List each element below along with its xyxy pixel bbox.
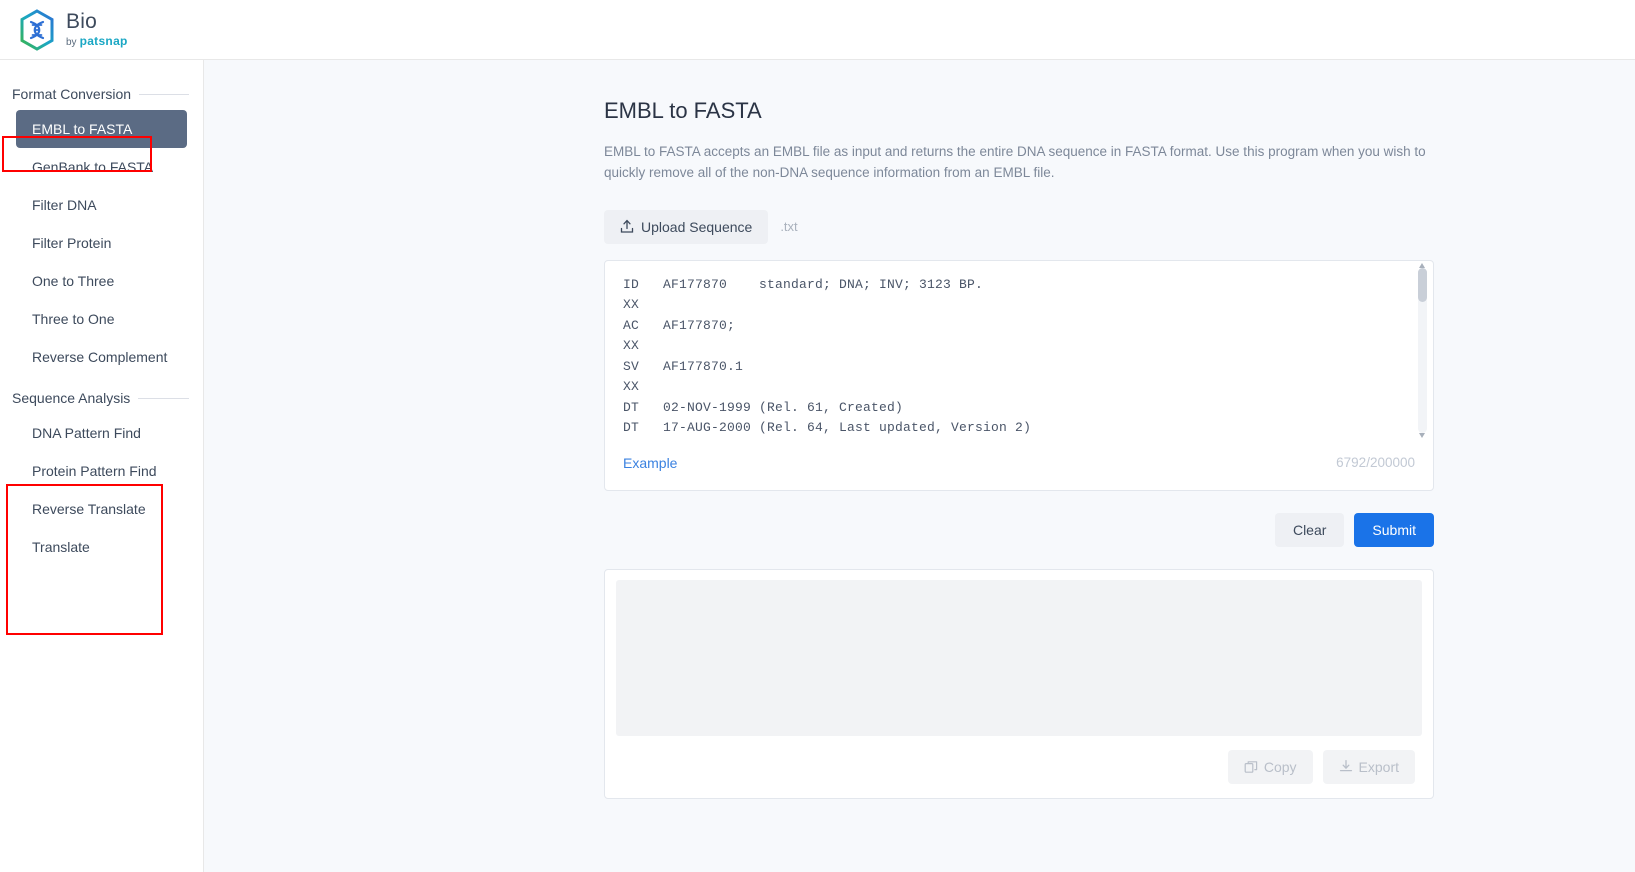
upload-button-label: Upload Sequence	[641, 218, 753, 235]
sidebar-item-filter-protein[interactable]: Filter Protein	[16, 224, 187, 262]
action-button-row: Clear Submit	[604, 512, 1434, 547]
export-button[interactable]: Export	[1322, 749, 1415, 784]
sidebar-group-sequence-analysis: Sequence Analysis	[0, 382, 203, 414]
sidebar-item-label: GenBank to FASTA	[32, 159, 154, 175]
copy-button-label: Copy	[1263, 758, 1297, 775]
sidebar-item-label: Filter Protein	[32, 235, 112, 251]
main-content: EMBL to FASTA EMBL to FASTA accepts an E…	[204, 60, 1635, 872]
result-footer: Copy Export	[605, 736, 1433, 798]
file-extension-hint: .txt	[780, 219, 798, 235]
sidebar-item-translate[interactable]: Translate	[16, 528, 187, 566]
sidebar-group-title: Sequence Analysis	[12, 390, 131, 406]
submit-button[interactable]: Submit	[1354, 512, 1434, 547]
scrollbar-thumb[interactable]	[1418, 267, 1427, 302]
bio-hexagon-dna-icon	[18, 8, 56, 51]
result-output-card: Copy Export	[604, 568, 1434, 799]
textarea-scrollbar[interactable]	[1418, 262, 1427, 438]
sequence-input-footer: Example 6792/200000	[605, 436, 1433, 490]
page-description: EMBL to FASTA accepts an EMBL file as in…	[604, 144, 1426, 180]
sidebar-group-title: Format Conversion	[12, 86, 132, 102]
character-counter: 6792/200000	[1336, 455, 1415, 471]
sidebar-item-genbank-to-fasta[interactable]: GenBank to FASTA	[16, 148, 187, 186]
sidebar-item-reverse-translate[interactable]: Reverse Translate	[16, 490, 187, 528]
sidebar-item-protein-pattern-find[interactable]: Protein Pattern Find	[16, 452, 187, 490]
page-title: EMBL to FASTA	[604, 98, 762, 123]
sidebar-item-label: DNA Pattern Find	[32, 425, 141, 441]
brand-company-name: patsnap	[79, 34, 128, 48]
result-output-area	[616, 579, 1422, 736]
sidebar-item-label: EMBL to FASTA	[32, 121, 133, 137]
sidebar-item-embl-to-fasta[interactable]: EMBL to FASTA	[16, 110, 187, 148]
brand-title: Bio	[66, 10, 97, 33]
sidebar-item-filter-dna[interactable]: Filter DNA	[16, 186, 187, 224]
sidebar-item-one-to-three[interactable]: One to Three	[16, 262, 187, 300]
sidebar-item-reverse-complement[interactable]: Reverse Complement	[16, 338, 187, 376]
copy-icon	[1244, 760, 1258, 774]
brand-logo[interactable]: Bio by patsnap	[18, 8, 128, 51]
sidebar-item-dna-pattern-find[interactable]: DNA Pattern Find	[16, 414, 187, 452]
divider-line	[138, 397, 189, 399]
upload-row: Upload Sequence .txt	[604, 209, 1434, 244]
copy-button[interactable]: Copy	[1227, 749, 1313, 784]
sidebar-item-label: Translate	[32, 539, 90, 555]
sidebar-item-three-to-one[interactable]: Three to One	[16, 300, 187, 338]
sidebar-item-label: Reverse Translate	[32, 501, 146, 517]
example-link[interactable]: Example	[623, 455, 677, 471]
upload-icon	[620, 219, 634, 234]
clear-button[interactable]: Clear	[1274, 512, 1345, 547]
sidebar-item-label: Filter DNA	[32, 197, 97, 213]
sidebar-group-format-conversion: Format Conversion	[0, 78, 203, 110]
sequence-text: ID AF177870 standard; DNA; INV; 3123 BP.…	[623, 276, 1032, 436]
brand-by-label: by	[66, 37, 77, 48]
sequence-textarea[interactable]: ID AF177870 standard; DNA; INV; 3123 BP.…	[605, 261, 1433, 436]
divider-line	[139, 93, 189, 95]
sidebar-item-label: Protein Pattern Find	[32, 463, 157, 479]
sequence-input-card: ID AF177870 standard; DNA; INV; 3123 BP.…	[604, 259, 1434, 491]
sidebar-item-label: One to Three	[32, 273, 115, 289]
upload-sequence-button[interactable]: Upload Sequence	[604, 209, 769, 244]
app-header: Bio by patsnap	[0, 0, 1635, 60]
export-download-icon	[1339, 759, 1353, 774]
sidebar-item-label: Reverse Complement	[32, 349, 168, 365]
sidebar-navigation: Format Conversion EMBL to FASTA GenBank …	[0, 60, 204, 872]
export-button-label: Export	[1358, 758, 1399, 775]
sidebar-item-label: Three to One	[32, 311, 115, 327]
